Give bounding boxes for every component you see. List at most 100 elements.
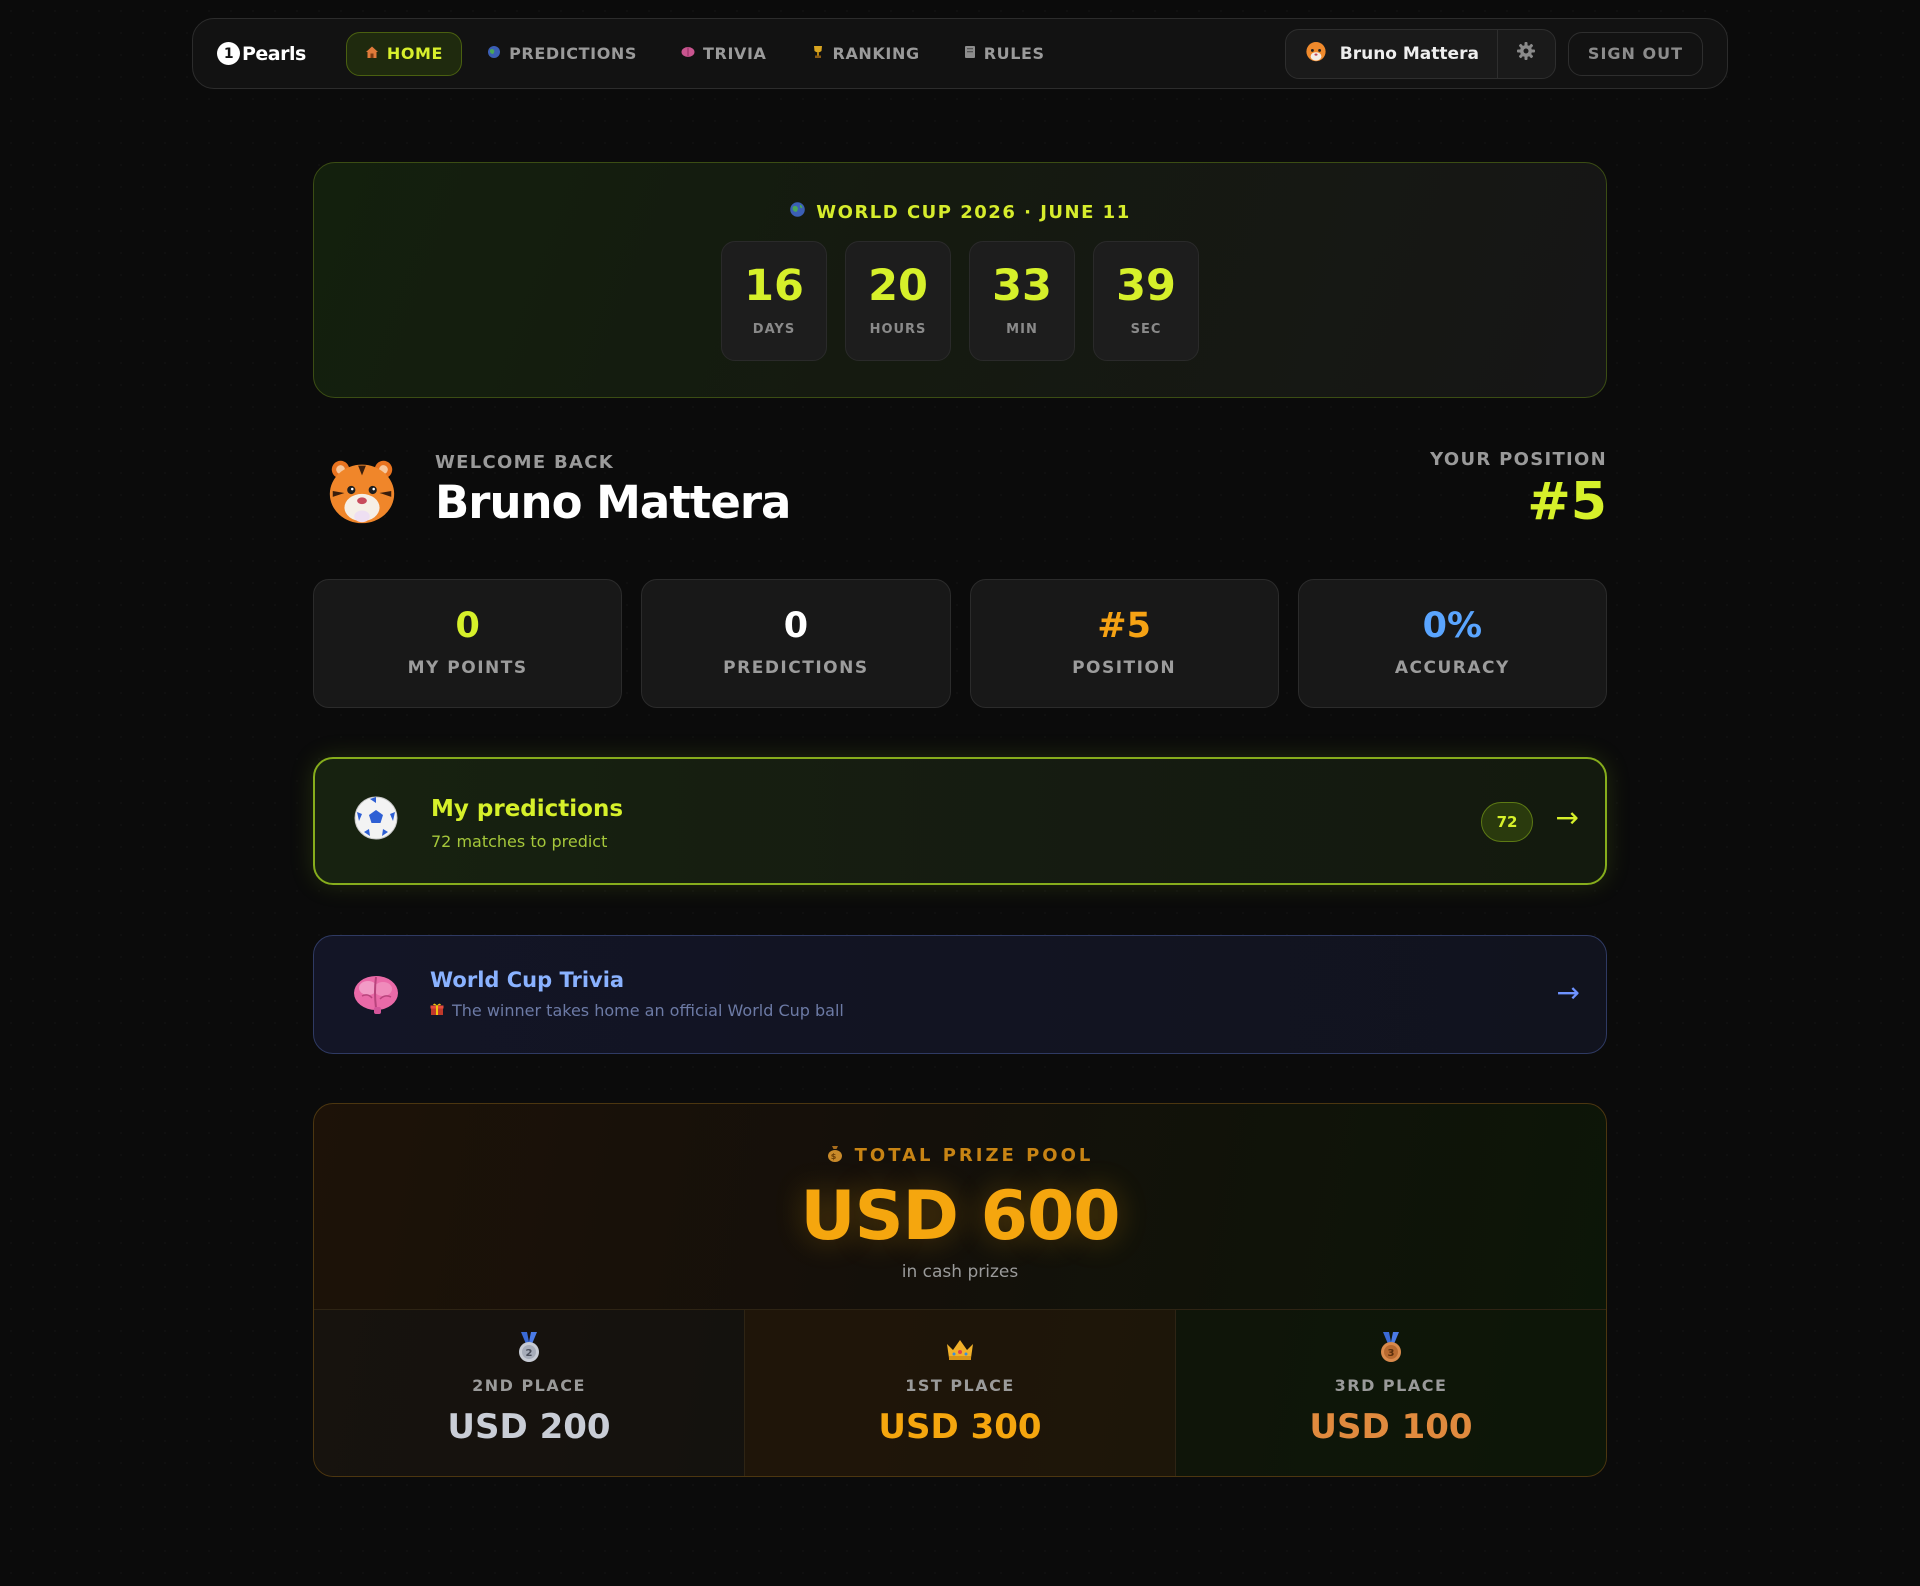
place-label: 3RD PLACE <box>1334 1376 1448 1395</box>
prize-pool-label: $ TOTAL PRIZE POOL <box>827 1144 1094 1167</box>
nav-ranking-label: RANKING <box>832 44 920 63</box>
logo-text: Pearls <box>242 42 306 65</box>
settings-button[interactable] <box>1496 29 1555 78</box>
place-amount: USD 100 <box>1309 1407 1473 1447</box>
prize-pool-card: $ TOTAL PRIZE POOL USD 600 in cash prize… <box>313 1103 1607 1477</box>
nav-rules[interactable]: RULES <box>945 32 1064 76</box>
countdown-seconds-label: SEC <box>1130 322 1162 337</box>
trophy-icon <box>811 45 825 63</box>
welcome-section: WELCOME BACK Bruno Mattera YOUR POSITION… <box>313 440 1607 540</box>
prize-pool-note: in cash prizes <box>901 1262 1019 1282</box>
svg-text:2: 2 <box>526 1348 533 1359</box>
stat-value: 0 <box>455 606 480 646</box>
bronze-medal-icon: 3 <box>1376 1332 1406 1364</box>
sign-out-button[interactable]: SIGN OUT <box>1567 31 1703 76</box>
book-icon <box>964 45 976 63</box>
countdown-minutes-label: MIN <box>1006 322 1038 337</box>
countdown-seconds: 39 SEC <box>1093 241 1199 361</box>
globe-icon <box>487 45 501 63</box>
stat-my-points: 0 MY POINTS <box>313 579 623 708</box>
position-value: #5 <box>1527 472 1607 532</box>
arrow-right-icon: → <box>1555 801 1579 834</box>
user-profile[interactable]: Bruno Mattera <box>1286 30 1497 78</box>
countdown-hours-value: 20 <box>868 261 928 311</box>
position-label: YOUR POSITION <box>1430 449 1607 470</box>
place-label: 2ND PLACE <box>472 1376 586 1395</box>
prize-pool-summary: $ TOTAL PRIZE POOL USD 600 in cash prize… <box>314 1104 1606 1309</box>
place-label: 1ST PLACE <box>905 1376 1015 1395</box>
prize-pool-label-text: TOTAL PRIZE POOL <box>854 1145 1094 1166</box>
welcome-subtitle: WELCOME BACK <box>435 452 615 473</box>
silver-medal-icon: 2 <box>514 1332 544 1364</box>
stat-label: ACCURACY <box>1394 658 1510 678</box>
trivia-card-title: World Cup Trivia <box>430 968 625 992</box>
predictions-count-badge: 72 <box>1481 802 1533 842</box>
countdown-card: WORLD CUP 2026 · JUNE 11 16 DAYS 20 HOUR… <box>313 162 1607 398</box>
user-avatar-icon <box>1304 39 1328 68</box>
soccer-ball-icon <box>353 795 399 841</box>
user-name: Bruno Mattera <box>1339 43 1479 64</box>
countdown-hours: 20 HOURS <box>845 241 951 361</box>
countdown-minutes: 33 MIN <box>969 241 1075 361</box>
prize-pool-amount: USD 600 <box>800 1177 1120 1256</box>
countdown-hours-label: HOURS <box>869 322 927 337</box>
svg-text:$: $ <box>830 1152 839 1161</box>
my-predictions-card[interactable]: My predictions 72 matches to predict 72 … <box>313 757 1607 885</box>
brain-icon <box>681 46 695 62</box>
place-third: 3 3RD PLACE USD 100 <box>1175 1310 1606 1476</box>
countdown-days: 16 DAYS <box>721 241 827 361</box>
brain-icon <box>352 972 400 1016</box>
trivia-card-subtitle: The winner takes home an official World … <box>430 1001 844 1020</box>
predictions-card-title: My predictions <box>431 796 624 822</box>
nav-predictions-label: PREDICTIONS <box>509 44 638 63</box>
stat-label: MY POINTS <box>407 658 528 678</box>
nav-ranking[interactable]: RANKING <box>792 32 939 76</box>
stat-predictions: 0 PREDICTIONS <box>641 579 951 708</box>
countdown-title: WORLD CUP 2026 · JUNE 11 <box>789 201 1130 223</box>
countdown-days-label: DAYS <box>752 322 796 337</box>
nav-right: Bruno Mattera SIGN OUT <box>1284 28 1703 79</box>
stat-value: 0% <box>1422 606 1483 646</box>
nav-links: HOME PREDICTIONS TRIVIA RANKING RULES <box>345 31 1064 76</box>
svg-text:3: 3 <box>1388 1348 1395 1359</box>
logo-mark: 1 <box>217 42 240 65</box>
trivia-card-subtitle-text: The winner takes home an official World … <box>452 1001 844 1020</box>
money-bag-icon: $ <box>827 1144 843 1167</box>
stat-value: #5 <box>1097 606 1151 646</box>
countdown-minutes-value: 33 <box>992 261 1052 311</box>
predictions-card-subtitle: 72 matches to predict <box>431 832 608 851</box>
stat-position: #5 POSITION <box>969 579 1279 708</box>
place-second: 2 2ND PLACE USD 200 <box>314 1310 744 1476</box>
nav-rules-label: RULES <box>983 44 1045 63</box>
tiger-avatar-icon <box>323 452 401 530</box>
nav-home[interactable]: HOME <box>345 31 463 76</box>
crown-icon <box>945 1332 975 1364</box>
top-nav: 1 Pearls HOME PREDICTIONS TRIVIA RANKING… <box>192 18 1728 89</box>
countdown-seconds-value: 39 <box>1116 261 1176 311</box>
stat-value: 0 <box>783 606 809 646</box>
arrow-right-icon: → <box>1556 976 1580 1009</box>
countdown-days-value: 16 <box>744 261 804 311</box>
stat-label: PREDICTIONS <box>723 658 869 678</box>
welcome-name: Bruno Mattera <box>435 476 791 529</box>
gift-icon <box>430 1001 444 1020</box>
nav-home-label: HOME <box>386 44 444 63</box>
stat-label: POSITION <box>1072 658 1177 678</box>
nav-predictions[interactable]: PREDICTIONS <box>468 32 656 76</box>
globe-icon <box>789 201 806 223</box>
place-amount: USD 300 <box>878 1407 1042 1447</box>
stats-row: 0 MY POINTS 0 PREDICTIONS #5 POSITION 0%… <box>313 579 1607 708</box>
gear-icon <box>1516 41 1536 66</box>
nav-trivia-label: TRIVIA <box>703 44 767 63</box>
stat-accuracy: 0% ACCURACY <box>1297 579 1607 708</box>
world-cup-trivia-card[interactable]: World Cup Trivia The winner takes home a… <box>313 935 1607 1054</box>
logo[interactable]: 1 Pearls <box>217 42 306 65</box>
countdown-units: 16 DAYS 20 HOURS 33 MIN 39 SEC <box>721 241 1199 361</box>
countdown-title-text: WORLD CUP 2026 · JUNE 11 <box>816 201 1131 223</box>
nav-trivia[interactable]: TRIVIA <box>662 32 786 76</box>
user-menu[interactable]: Bruno Mattera <box>1284 28 1556 79</box>
place-first: 1ST PLACE USD 300 <box>744 1310 1175 1476</box>
house-icon <box>365 45 379 63</box>
prize-places: 2 2ND PLACE USD 200 1ST PLACE USD 300 3 … <box>314 1309 1606 1476</box>
place-amount: USD 200 <box>447 1407 611 1447</box>
